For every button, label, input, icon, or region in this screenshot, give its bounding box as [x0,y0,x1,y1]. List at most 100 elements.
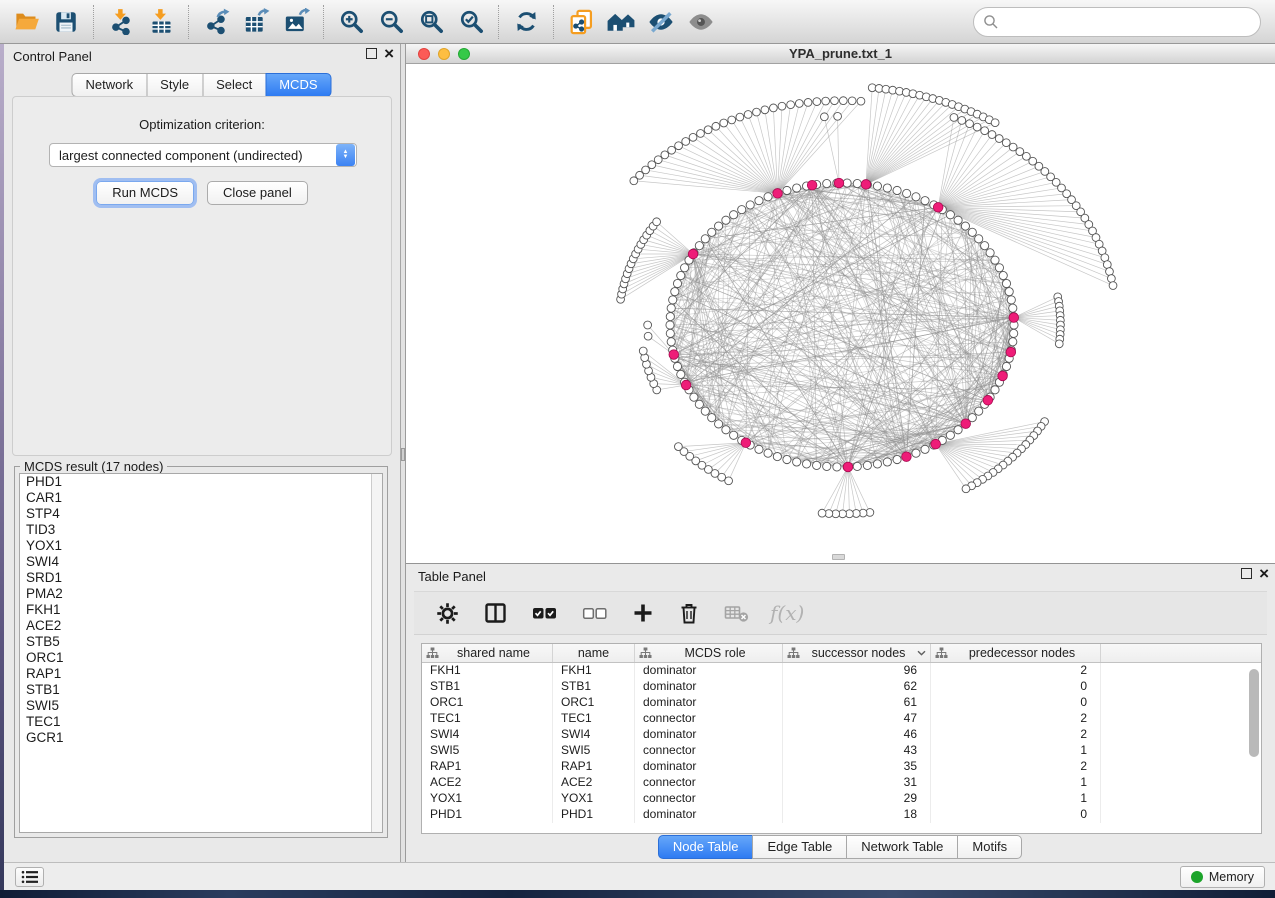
column-header-mcds-role[interactable]: MCDS role [635,644,783,662]
table-row[interactable]: ACE2ACE2connector311 [422,775,1261,791]
table-cell: 62 [783,679,931,695]
mcds-result-item[interactable]: PHD1 [20,474,382,490]
function-builder-button[interactable]: f(x) [770,601,804,625]
table-row[interactable]: PHD1PHD1dominator180 [422,807,1261,823]
column-header-name[interactable]: name [553,644,635,662]
network-view-window: YPA_prune.txt_1 [406,44,1275,563]
import-network-button[interactable] [101,4,141,40]
memory-status-icon [1191,871,1203,883]
zoom-out-button[interactable] [371,4,411,40]
network-window-titlebar[interactable]: YPA_prune.txt_1 [406,44,1275,64]
add-column-button[interactable] [632,602,654,624]
table-row[interactable]: ORC1ORC1dominator610 [422,695,1261,711]
scrollbar-thumb[interactable] [1249,669,1259,757]
horizontal-splitter-grip-icon[interactable] [832,554,845,560]
mcds-result-item[interactable]: STB1 [20,682,382,698]
mcds-result-item[interactable]: SWI5 [20,698,382,714]
tab-select[interactable]: Select [202,73,266,97]
control-panel: Control Panel × Network Style Select MCD… [4,44,400,862]
table-cell: dominator [635,663,783,679]
table-cell: PHD1 [553,807,635,823]
show-details-button[interactable] [681,4,721,40]
select-all-button[interactable] [532,604,558,622]
refresh-button[interactable] [506,4,546,40]
mcds-result-item[interactable]: ORC1 [20,650,382,666]
search-box[interactable] [973,7,1261,37]
mcds-result-item[interactable]: SRD1 [20,570,382,586]
table-scrollbar[interactable] [1249,665,1259,831]
tab-mcds[interactable]: MCDS [265,73,331,97]
close-panel-icon[interactable]: × [384,48,394,59]
save-session-button[interactable] [46,4,86,40]
mcds-result-item[interactable]: SWI4 [20,554,382,570]
mcds-result-item[interactable]: YOX1 [20,538,382,554]
table-row[interactable]: YOX1YOX1connector291 [422,791,1261,807]
table-cell: ORC1 [422,695,553,711]
open-file-button[interactable] [6,4,46,40]
zoom-fit-button[interactable] [411,4,451,40]
main-toolbar [0,0,1275,44]
home-layout-button[interactable] [601,4,641,40]
task-history-button[interactable] [15,867,44,887]
export-network-button[interactable] [196,4,236,40]
delete-table-button[interactable] [724,603,750,624]
table-options-button[interactable] [436,602,459,625]
network-graph[interactable] [406,64,1275,563]
close-panel-button[interactable]: Close panel [207,181,308,205]
mcds-result-item[interactable]: PMA2 [20,586,382,602]
tab-style[interactable]: Style [146,73,203,97]
control-panel-tabs: Network Style Select MCDS [72,73,331,97]
table-row[interactable]: TEC1TEC1connector472 [422,711,1261,727]
hide-details-button[interactable] [641,4,681,40]
zoom-selected-button[interactable] [451,4,491,40]
column-header-predecessor-nodes[interactable]: predecessor nodes [931,644,1101,662]
splitter-grip-icon[interactable] [401,448,405,461]
float-panel-icon[interactable] [366,48,377,59]
memory-button[interactable]: Memory [1180,866,1265,888]
table-cell: 47 [783,711,931,727]
table-header-row: shared name name MCDS role [422,644,1261,663]
table-cell: ORC1 [553,695,635,711]
zoom-in-button[interactable] [331,4,371,40]
mcds-result-item[interactable]: TID3 [20,522,382,538]
optimization-criterion-select[interactable]: largest connected component (undirected)… [49,143,357,167]
mcds-result-item[interactable]: FKH1 [20,602,382,618]
table-cell: TEC1 [553,711,635,727]
table-row[interactable]: FKH1FKH1dominator962 [422,663,1261,679]
mcds-result-item[interactable]: STB5 [20,634,382,650]
run-mcds-button[interactable]: Run MCDS [96,181,194,205]
float-panel-icon[interactable] [1241,568,1252,579]
mcds-list-scrollbar[interactable] [371,474,382,832]
mcds-result-item[interactable]: TEC1 [20,714,382,730]
tab-motifs[interactable]: Motifs [957,835,1022,859]
split-column-button[interactable] [483,602,508,624]
export-table-button[interactable] [236,4,276,40]
table-panel-tabs: Node Table Edge Table Network Table Moti… [406,835,1275,859]
mcds-result-item[interactable]: RAP1 [20,666,382,682]
mcds-result-list[interactable]: PHD1CAR1STP4TID3YOX1SWI4SRD1PMA2FKH1ACE2… [19,473,383,833]
table-cell: SWI4 [422,727,553,743]
mcds-result-item[interactable]: GCR1 [20,730,382,746]
tab-edge-table[interactable]: Edge Table [752,835,847,859]
tab-network-table[interactable]: Network Table [846,835,958,859]
mcds-result-item[interactable]: CAR1 [20,490,382,506]
column-header-successor-nodes[interactable]: successor nodes [783,644,931,662]
tab-node-table[interactable]: Node Table [658,835,754,859]
table-row[interactable]: SWI5SWI5connector431 [422,743,1261,759]
import-table-button[interactable] [141,4,181,40]
delete-column-button[interactable] [678,602,700,625]
mcds-result-item[interactable]: ACE2 [20,618,382,634]
table-row[interactable]: SWI4SWI4dominator462 [422,727,1261,743]
table-row[interactable]: RAP1RAP1dominator352 [422,759,1261,775]
close-panel-icon[interactable]: × [1259,568,1269,579]
table-row[interactable]: STB1STB1dominator620 [422,679,1261,695]
search-input[interactable] [999,10,1260,34]
mcds-result-item[interactable]: STP4 [20,506,382,522]
split-column-icon [483,602,508,624]
column-header-shared-name[interactable]: shared name [422,644,553,662]
clone-network-button[interactable] [561,4,601,40]
export-image-button[interactable] [276,4,316,40]
tab-network[interactable]: Network [71,73,147,97]
zoom-fit-icon [418,8,445,35]
deselect-all-button[interactable] [582,604,608,622]
